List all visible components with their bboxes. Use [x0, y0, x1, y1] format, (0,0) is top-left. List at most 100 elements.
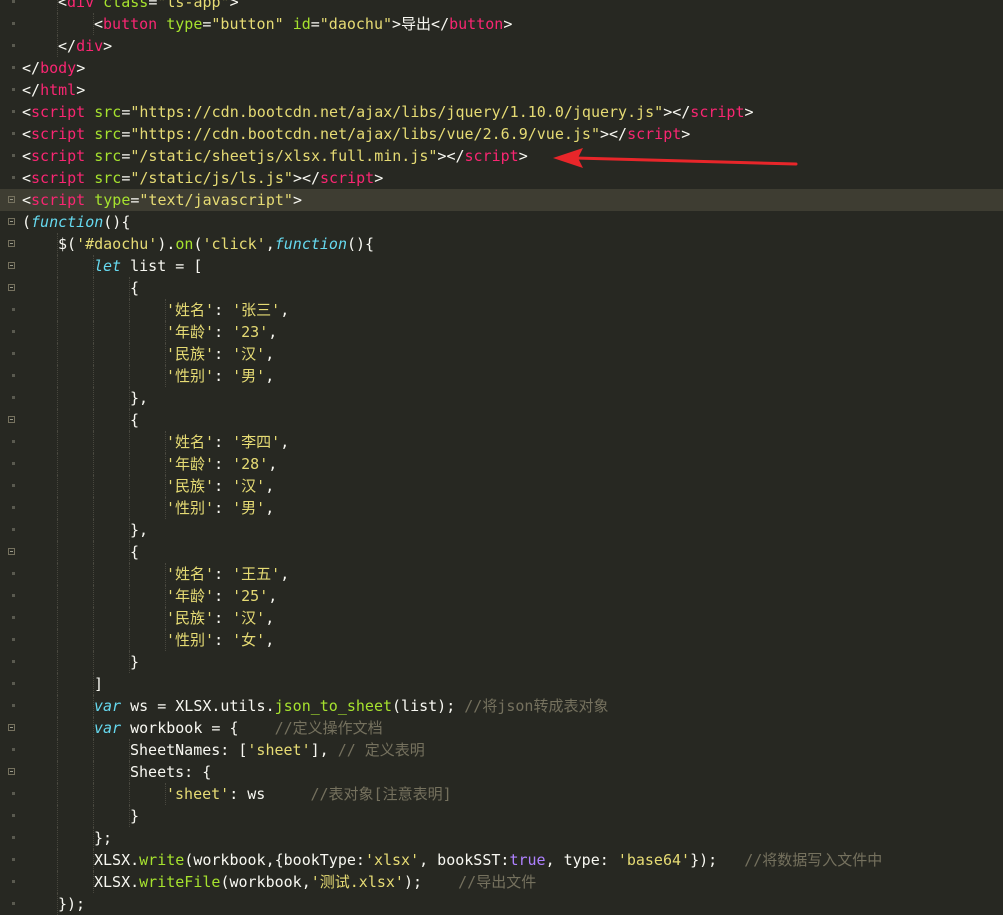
fold-toggle-icon[interactable] [8, 262, 15, 269]
indent-guide [129, 365, 131, 387]
code-text: { [130, 541, 139, 563]
gutter-marker [12, 308, 15, 311]
code-line[interactable]: <script src="https://cdn.bootcdn.net/aja… [0, 101, 1003, 123]
gutter-marker [12, 462, 15, 465]
code-line[interactable]: '民族': '汉', [0, 343, 1003, 365]
code-token: '男' [232, 499, 266, 517]
code-text: '性别': '男', [166, 497, 274, 519]
code-line[interactable]: <div class="ls-app"> [0, 0, 1003, 13]
code-token: div [67, 0, 95, 11]
code-line[interactable]: var workbook = { //定义操作文档 [0, 717, 1003, 739]
code-line[interactable]: '姓名': '李四', [0, 431, 1003, 453]
code-token: : [214, 565, 233, 583]
code-token: '年龄' [166, 587, 215, 605]
code-line[interactable]: '年龄': '25', [0, 585, 1003, 607]
code-line[interactable]: <button type="button" id="daochu">导出</bu… [0, 13, 1003, 35]
code-line[interactable]: let list = [ [0, 255, 1003, 277]
code-text: XLSX.writeFile(workbook,'测试.xlsx'); //导出… [94, 871, 536, 893]
indent-guide [93, 343, 95, 365]
indent-guide [57, 343, 59, 365]
code-line[interactable]: '姓名': '王五', [0, 563, 1003, 585]
gutter-marker [12, 506, 15, 509]
code-text: '民族': '汉', [166, 607, 274, 629]
code-line[interactable]: }, [0, 519, 1003, 541]
fold-toggle-icon[interactable] [8, 548, 15, 555]
code-line[interactable]: } [0, 805, 1003, 827]
code-line[interactable]: '民族': '汉', [0, 607, 1003, 629]
code-line[interactable]: 'sheet': ws //表对象[注意表明] [0, 783, 1003, 805]
code-line[interactable]: ] [0, 673, 1003, 695]
code-line[interactable]: '姓名': '张三', [0, 299, 1003, 321]
fold-toggle-icon[interactable] [8, 284, 15, 291]
code-line[interactable]: var ws = XLSX.utils.json_to_sheet(list);… [0, 695, 1003, 717]
code-token: , [280, 301, 290, 319]
code-text: }; [94, 827, 112, 849]
code-text: 'sheet': ws //表对象[注意表明] [166, 783, 452, 805]
code-token: "text/javascript" [139, 191, 293, 209]
gutter-marker [12, 440, 15, 443]
indent-guide [93, 651, 95, 673]
indent-guide [57, 607, 59, 629]
gutter-marker [12, 66, 15, 69]
code-token: = [148, 0, 158, 11]
indent-guide [57, 13, 59, 35]
code-line[interactable]: { [0, 277, 1003, 299]
fold-toggle-icon[interactable] [8, 240, 15, 247]
code-line[interactable]: '性别': '男', [0, 365, 1003, 387]
code-token: > [744, 103, 754, 121]
gutter-marker [12, 836, 15, 839]
code-line[interactable]: $('#daochu').on('click',function(){ [0, 233, 1003, 255]
code-token: script [31, 147, 86, 165]
code-line[interactable]: '民族': '汉', [0, 475, 1003, 497]
code-line[interactable]: </body> [0, 57, 1003, 79]
code-text: <script src="/static/js/ls.js"></script> [22, 167, 383, 189]
code-line[interactable]: </div> [0, 35, 1003, 57]
code-line[interactable]: SheetNames: ['sheet'], // 定义表明 [0, 739, 1003, 761]
fold-toggle-icon[interactable] [8, 416, 15, 423]
code-line[interactable]: }); [0, 893, 1003, 915]
code-line[interactable]: (function(){ [0, 211, 1003, 233]
code-token: script [464, 147, 519, 165]
code-text: } [130, 805, 139, 827]
code-line[interactable]: { [0, 409, 1003, 431]
code-token: function [274, 235, 347, 253]
code-token: > [103, 37, 113, 55]
code-line[interactable]: </html> [0, 79, 1003, 101]
code-line[interactable]: '性别': '男', [0, 497, 1003, 519]
code-line[interactable]: <script src="https://cdn.bootcdn.net/aja… [0, 123, 1003, 145]
code-token: '年龄' [166, 323, 215, 341]
code-token: //表对象[注意表明] [310, 785, 452, 803]
code-line[interactable]: Sheets: { [0, 761, 1003, 783]
code-token: ] [94, 675, 104, 693]
code-line[interactable]: XLSX.writeFile(workbook,'测试.xlsx'); //导出… [0, 871, 1003, 893]
fold-toggle-icon[interactable] [8, 218, 15, 225]
fold-toggle-icon[interactable] [8, 768, 15, 775]
code-line[interactable]: <script src="/static/sheetjs/xlsx.full.m… [0, 145, 1003, 167]
code-token: "/static/sheetjs/xlsx.full.min.js" [130, 147, 438, 165]
code-line[interactable]: <script src="/static/js/ls.js"></script> [0, 167, 1003, 189]
code-editor[interactable]: <div class="ls-app"> <button type="button… [0, 0, 1003, 915]
code-token: < [22, 125, 32, 143]
code-line[interactable]: } [0, 651, 1003, 673]
indent-guide [129, 563, 131, 585]
code-line[interactable]: '年龄': '28', [0, 453, 1003, 475]
indent-guide [57, 761, 59, 783]
fold-toggle-icon[interactable] [8, 724, 15, 731]
code-text: <button type="button" id="daochu">导出</bu… [94, 13, 512, 35]
code-line[interactable]: { [0, 541, 1003, 563]
code-line[interactable]: <script type="text/javascript"> [0, 189, 1003, 211]
fold-toggle-icon[interactable] [8, 196, 15, 203]
code-line[interactable]: }, [0, 387, 1003, 409]
code-token: > [229, 0, 239, 11]
code-token: > [76, 59, 86, 77]
code-line[interactable]: XLSX.write(workbook,{bookType:'xlsx', bo… [0, 849, 1003, 871]
indent-guide [57, 497, 59, 519]
code-token: ></ [663, 103, 691, 121]
code-line[interactable]: '年龄': '23', [0, 321, 1003, 343]
code-line[interactable]: }; [0, 827, 1003, 849]
code-line[interactable]: '性别': '女', [0, 629, 1003, 651]
indent-guide [129, 431, 131, 453]
code-token: '性别' [166, 499, 215, 517]
code-token: (workbook, [220, 873, 311, 891]
code-token: : [214, 587, 233, 605]
